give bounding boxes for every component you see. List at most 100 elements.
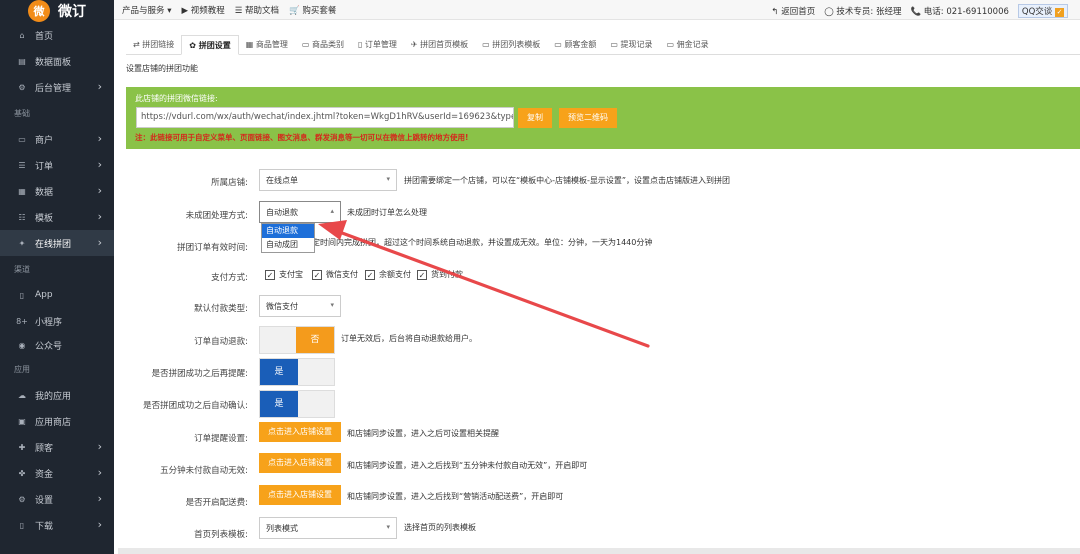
pay-label: 支付方式:: [211, 273, 248, 283]
tab-group-link[interactable]: ⇄ 拼团链接: [126, 35, 181, 55]
confirm-toggle[interactable]: 是: [259, 390, 335, 418]
chevron-down-icon: ▾: [386, 175, 390, 183]
check-icon: ✓: [265, 269, 275, 280]
home-icon: ⌂: [19, 30, 25, 40]
tab-goods-category[interactable]: ▭ 商品类别: [295, 35, 351, 55]
sidebar-item-app-store[interactable]: ▣ 应用商店: [0, 408, 114, 434]
fail-desc: 未成团时订单怎么处理: [347, 208, 427, 217]
tech-support-text: ◯ 技术专员: 张经理: [824, 7, 902, 17]
back-home-link[interactable]: ↰ 返回首页: [771, 5, 815, 17]
app-store-icon: ▣: [18, 416, 26, 426]
order-remind-button[interactable]: 点击进入店铺设置: [259, 422, 341, 442]
sidebar-item-label: 首页: [35, 31, 54, 42]
auto-refund-desc: 订单无效后，后台将自动退款给用户。: [341, 334, 477, 343]
horizontal-scrollbar[interactable]: [118, 548, 1080, 554]
chevron-down-icon: ▾: [386, 523, 390, 531]
tab-group-settings[interactable]: ✿ 拼团设置: [181, 35, 239, 55]
store-label: 所属店铺:: [211, 178, 248, 188]
brand-logo[interactable]: 微 微订: [0, 0, 114, 22]
qq-chat-label: QQ交谈: [1021, 7, 1053, 17]
tab-commission-record[interactable]: ▭ 佣金记录: [660, 35, 716, 55]
list-tpl-desc: 选择首页的列表模板: [404, 523, 476, 532]
sidebar-item-label: 应用商店: [35, 417, 72, 428]
five-min-desc: 和店铺同步设置，进入之后找到“五分钟未付款自动无效”，开启即可: [347, 461, 588, 470]
auto-refund-toggle[interactable]: 否: [259, 326, 335, 354]
remind-toggle[interactable]: 是: [259, 358, 335, 386]
link-panel: 此店铺的拼团微信链接: https://vdurl.com/wx/auth/we…: [126, 87, 1080, 149]
fail-dropdown[interactable]: 自动退款 自动成团: [261, 223, 315, 253]
store-select[interactable]: 在线点单 ▾: [259, 169, 397, 191]
app-icon: ▯: [19, 290, 25, 300]
order-icon: ☰: [18, 160, 26, 170]
chevron-right-icon: ›: [97, 80, 102, 93]
chevron-right-icon: ›: [97, 132, 102, 145]
default-pay-label: 默认付款类型:: [194, 304, 248, 314]
pay-alipay-checkbox[interactable]: ✓ 支付宝: [265, 269, 303, 280]
sidebar-item-label: 后台管理: [35, 83, 72, 94]
valid-desc: 团长必须在规定时间内完成拼团，超过这个时间系统自动退款，并设置成无效。单位：分钟…: [264, 238, 653, 247]
brand-name: 微订: [58, 4, 86, 20]
sidebar-item-home[interactable]: ⌂ 首页: [0, 22, 114, 48]
sidebar-item-dashboard[interactable]: ▤ 数据面板: [0, 48, 114, 74]
qq-chat-button[interactable]: QQ交谈 ✓: [1017, 4, 1068, 18]
url-field[interactable]: https://vdurl.com/wx/auth/wechat/index.j…: [136, 107, 514, 128]
sidebar-item-merchant[interactable]: ▭ 商户 ›: [0, 126, 114, 152]
option-auto-refund[interactable]: 自动退款: [262, 224, 314, 238]
copy-button[interactable]: 复制: [518, 108, 552, 128]
sidebar-item-label: 商户: [35, 135, 54, 146]
menu-help-docs[interactable]: ☰ 帮助文档: [235, 4, 279, 16]
chevron-down-icon: ▾: [330, 301, 334, 309]
qrcode-button[interactable]: 预览二维码: [559, 108, 617, 128]
menu-video-tutorial[interactable]: ▶ 视频教程: [181, 4, 224, 16]
menu-buy-package[interactable]: 🛒 购买套餐: [289, 4, 336, 16]
order-remind-label: 订单提醒设置:: [194, 434, 248, 444]
option-auto-group[interactable]: 自动成团: [262, 238, 314, 252]
tab-withdraw-record[interactable]: ▭ 提现记录: [603, 35, 659, 55]
pay-balance-checkbox[interactable]: ✓ 余额支付: [365, 269, 411, 280]
sidebar-item-label: 小程序: [35, 317, 63, 328]
phone-text: 📞 电话: 021-69110006: [910, 7, 1009, 17]
check-icon: ✓: [417, 269, 427, 280]
check-icon: ✓: [365, 269, 375, 280]
chevron-up-icon: ▴: [330, 207, 334, 215]
tab-order-manage[interactable]: ▯ 订单管理: [351, 35, 404, 55]
fail-label: 未成团处理方式:: [185, 211, 248, 221]
sidebar-item-label: 数据面板: [35, 57, 72, 68]
confirm-label: 是否拼团成功之后自动确认:: [143, 401, 248, 411]
fail-select[interactable]: 自动退款 ▴: [259, 201, 341, 223]
valid-label: 拼团订单有效时间:: [177, 243, 248, 253]
merchant-icon: ▭: [18, 134, 26, 144]
delivery-button[interactable]: 点击进入店铺设置: [259, 485, 341, 505]
admin-icon: ⚙: [18, 82, 26, 92]
toggle-off-state: 否: [296, 327, 334, 353]
five-min-label: 五分钟未付款自动无效:: [160, 466, 248, 476]
auto-refund-label: 订单自动退款:: [194, 337, 248, 347]
link-note: 注：此链接可用于自定义菜单、页面链接、图文消息、群发消息等一切可以在微信上跳转的…: [135, 133, 469, 142]
toggle-on-state: 是: [260, 359, 298, 385]
toggle-on-state: 是: [260, 391, 298, 417]
dashboard-icon: ▤: [18, 56, 26, 66]
menu-products[interactable]: 产品与服务 ▾: [122, 4, 171, 16]
tab-home-template[interactable]: ✈ 拼团首页模板: [404, 35, 475, 55]
pay-wechat-checkbox[interactable]: ✓ 微信支付: [312, 269, 358, 280]
sidebar-item-label: App: [35, 290, 53, 300]
sidebar-item-admin[interactable]: ⚙ 后台管理 ›: [0, 74, 114, 100]
tab-customer-balance[interactable]: ▭ 顾客金额: [547, 35, 603, 55]
sidebar-item-order[interactable]: ☰ 订单 ›: [0, 152, 114, 178]
tab-list-template[interactable]: ▭ 拼团列表模板: [475, 35, 547, 55]
list-tpl-label: 首页列表模板:: [194, 530, 248, 540]
default-pay-select[interactable]: 微信支付 ▾: [259, 295, 341, 317]
five-min-button[interactable]: 点击进入店铺设置: [259, 453, 341, 473]
logo-icon: 微: [28, 0, 50, 22]
remind-label: 是否拼团成功之后再提醒:: [151, 369, 248, 379]
order-remind-desc: 和店铺同步设置，进入之后可设置相关提醒: [347, 429, 499, 438]
list-tpl-select[interactable]: 列表模式 ▾: [259, 517, 397, 539]
tab-goods-manage[interactable]: ▦ 商品管理: [239, 35, 295, 55]
chevron-right-icon: ›: [97, 158, 102, 171]
link-title: 此店铺的拼团微信链接:: [135, 94, 218, 103]
sidebar-item-label: 订单: [35, 161, 54, 172]
delivery-label: 是否开启配送费:: [185, 498, 248, 508]
pay-cod-checkbox[interactable]: ✓ 货到付款: [417, 269, 463, 280]
check-icon: ✓: [1055, 8, 1064, 17]
page-subtitle: 设置店铺的拼团功能: [126, 64, 198, 73]
